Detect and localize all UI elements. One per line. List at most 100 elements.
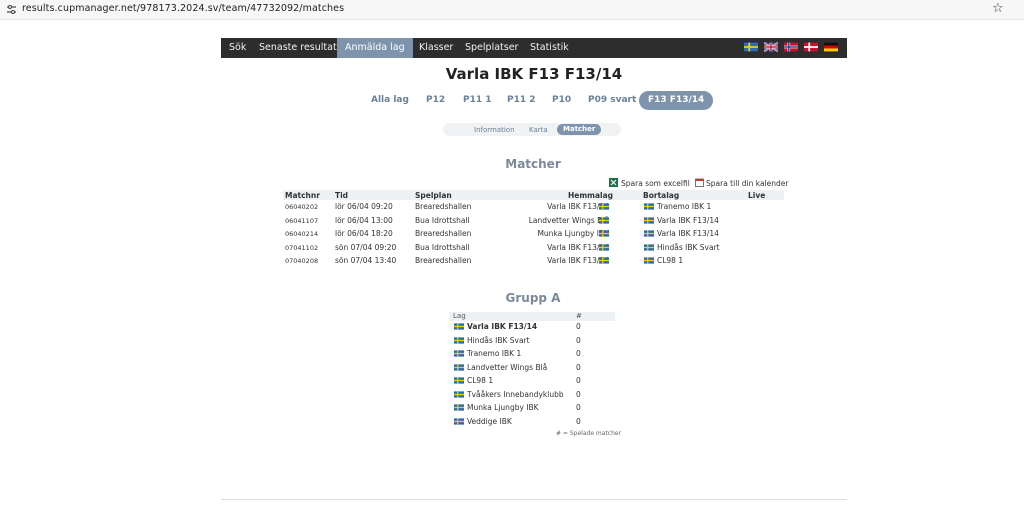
nav-item-senaste-resultat[interactable]: Senaste resultat [251,38,345,58]
nav-item-anmalda-lag[interactable]: Anmälda lag [337,38,413,58]
match-number[interactable]: 07040208 [285,257,318,265]
team-tab-p11-2[interactable]: P11 2 [507,95,536,105]
excel-icon[interactable] [609,178,618,187]
danish-flag-icon[interactable] [804,42,818,52]
save-calendar-link[interactable]: Spara till din kalender [706,179,788,188]
group-team-played: 0 [576,376,581,385]
table-row[interactable]: 07040208 sön 07/04 13:40 Brearedshallen Var… [283,254,784,267]
header-spelplan: Spelplan [415,191,452,200]
table-row[interactable]: 07041102 sön 07/04 09:20 Bua Idrottshall Va… [283,241,784,254]
group-team-name[interactable]: Munka Ljungby IBK [467,403,539,412]
team-tab-p11-1[interactable]: P11 1 [463,95,492,105]
matches-heading: Matcher [505,157,561,171]
nav-item-sok[interactable]: Sök [221,38,254,58]
norwegian-flag-icon[interactable] [784,42,798,52]
sub-tab-karta[interactable]: Karta [529,126,548,134]
swedish-flag-icon [644,243,654,251]
swedish-flag-icon [454,363,464,371]
away-team[interactable]: Varla IBK F13/14 [657,229,719,238]
match-time: lör 06/04 18:20 [335,229,393,238]
bookmark-star-icon[interactable]: ☆ [992,1,1004,16]
sub-tab-matcher[interactable]: Matcher [557,124,602,135]
match-number[interactable]: 06040202 [285,203,318,211]
nav-item-spelplatser[interactable]: Spelplatser [457,38,526,58]
header-bortalag: Bortalag [643,191,680,200]
list-item[interactable]: Landvetter Wings Blå 0 [449,361,615,374]
nav-item-statistik[interactable]: Statistik [522,38,577,58]
top-navigation: Sök Senaste resultat Anmälda lag Klasser… [221,38,847,58]
table-row[interactable]: 06041107 lör 06/04 13:00 Bua Idrottshall La… [283,214,784,227]
match-time: sön 07/04 09:20 [335,242,397,252]
sub-tab-information[interactable]: Information [474,126,515,134]
match-time: sön 07/04 13:40 [335,256,397,265]
group-team-name[interactable]: CL98 1 [467,376,493,385]
match-number[interactable]: 07041102 [285,244,318,252]
home-team[interactable]: Landvetter Wings Blå [529,216,609,225]
away-team[interactable]: CL98 1 [657,256,683,265]
save-excel-link[interactable]: Spara som excelfil [621,179,690,188]
list-item[interactable]: Tranemo IBK 1 0 [449,347,615,360]
group-team-name[interactable]: Landvetter Wings Blå [467,363,547,372]
swedish-flag-icon [644,216,654,224]
browser-address-bar: results.cupmanager.net/978173.2024.sv/te… [0,0,1024,20]
table-row[interactable]: 06040202 lör 06/04 09:20 Brearedshallen Var… [283,200,784,213]
swedish-flag-icon [454,350,464,357]
url-text[interactable]: results.cupmanager.net/978173.2024.sv/te… [22,3,344,14]
swedish-flag-icon [454,323,464,330]
nav-item-klasser[interactable]: Klasser [411,38,461,58]
header-played: # [576,312,582,320]
match-venue[interactable]: Bua Idrottshall [415,243,470,252]
group-team-played: 0 [576,322,581,331]
list-item[interactable]: CL98 1 0 [449,374,615,387]
match-venue[interactable]: Brearedshallen [415,229,471,238]
page-title: Varla IBK F13 F13/14 [445,65,623,83]
team-tab-p12[interactable]: P12 [426,95,445,105]
match-number[interactable]: 06040214 [285,230,318,238]
swedish-flag-icon[interactable] [744,42,758,52]
group-team-name[interactable]: Tranemo IBK 1 [467,349,521,358]
away-team[interactable]: Varla IBK F13/14 [657,216,719,225]
swedish-flag-icon [599,216,609,224]
away-team[interactable]: Tranemo IBK 1 [657,202,711,211]
list-item[interactable]: Veddige IBK 0 [449,415,615,428]
calendar-icon[interactable] [695,178,704,187]
match-venue[interactable]: Brearedshallen [415,256,471,265]
away-team[interactable]: Hindås IBK Svart [657,243,720,252]
swedish-flag-icon [454,417,464,425]
match-number[interactable]: 06041107 [285,217,318,225]
swedish-flag-icon [599,230,609,237]
swedish-flag-icon [454,336,464,344]
swedish-flag-icon [454,390,464,398]
match-time: lör 06/04 13:00 [335,215,393,225]
header-live: Live [748,191,766,200]
german-flag-icon[interactable] [824,42,838,52]
match-time: lör 06/04 09:20 [335,202,393,211]
group-team-name[interactable]: Veddige IBK [467,417,512,426]
swedish-flag-icon [599,203,609,210]
footer-divider [221,499,847,500]
content-frame [221,38,847,508]
team-tab-f13[interactable]: F13 F13/14 [639,91,714,110]
header-tid: Tid [335,191,349,200]
team-tab-p10[interactable]: P10 [552,95,571,105]
swedish-flag-icon [599,257,609,264]
british-flag-icon[interactable] [764,42,778,52]
team-tab-p09-svart[interactable]: P09 svart [588,95,636,105]
list-item[interactable]: Munka Ljungby IBK 0 [449,401,615,414]
group-team-name[interactable]: Hindås IBK Svart [467,336,530,345]
group-team-name[interactable]: Varla IBK F13/14 [467,322,537,331]
swedish-flag-icon [644,230,654,237]
group-heading: Grupp A [505,291,561,305]
match-venue[interactable]: Bua Idrottshall [415,216,470,225]
group-team-played: 0 [576,362,581,372]
site-settings-icon[interactable] [6,4,17,15]
matches-table-header: Matchnr Tid Spelplan Hemmalag Bortalag L… [283,190,784,200]
team-tab-alla-lag[interactable]: Alla lag [371,95,409,105]
list-item[interactable]: Tvååkers Innebandyklubb 0 [449,388,615,401]
list-item[interactable]: Varla IBK F13/14 0 [449,320,615,333]
group-team-name[interactable]: Tvååkers Innebandyklubb [467,390,564,399]
table-row[interactable]: 06040214 lör 06/04 18:20 Brearedshallen Mun… [283,227,784,240]
swedish-flag-icon [644,203,654,210]
list-item[interactable]: Hindås IBK Svart 0 [449,334,615,347]
match-venue[interactable]: Brearedshallen [415,202,471,211]
